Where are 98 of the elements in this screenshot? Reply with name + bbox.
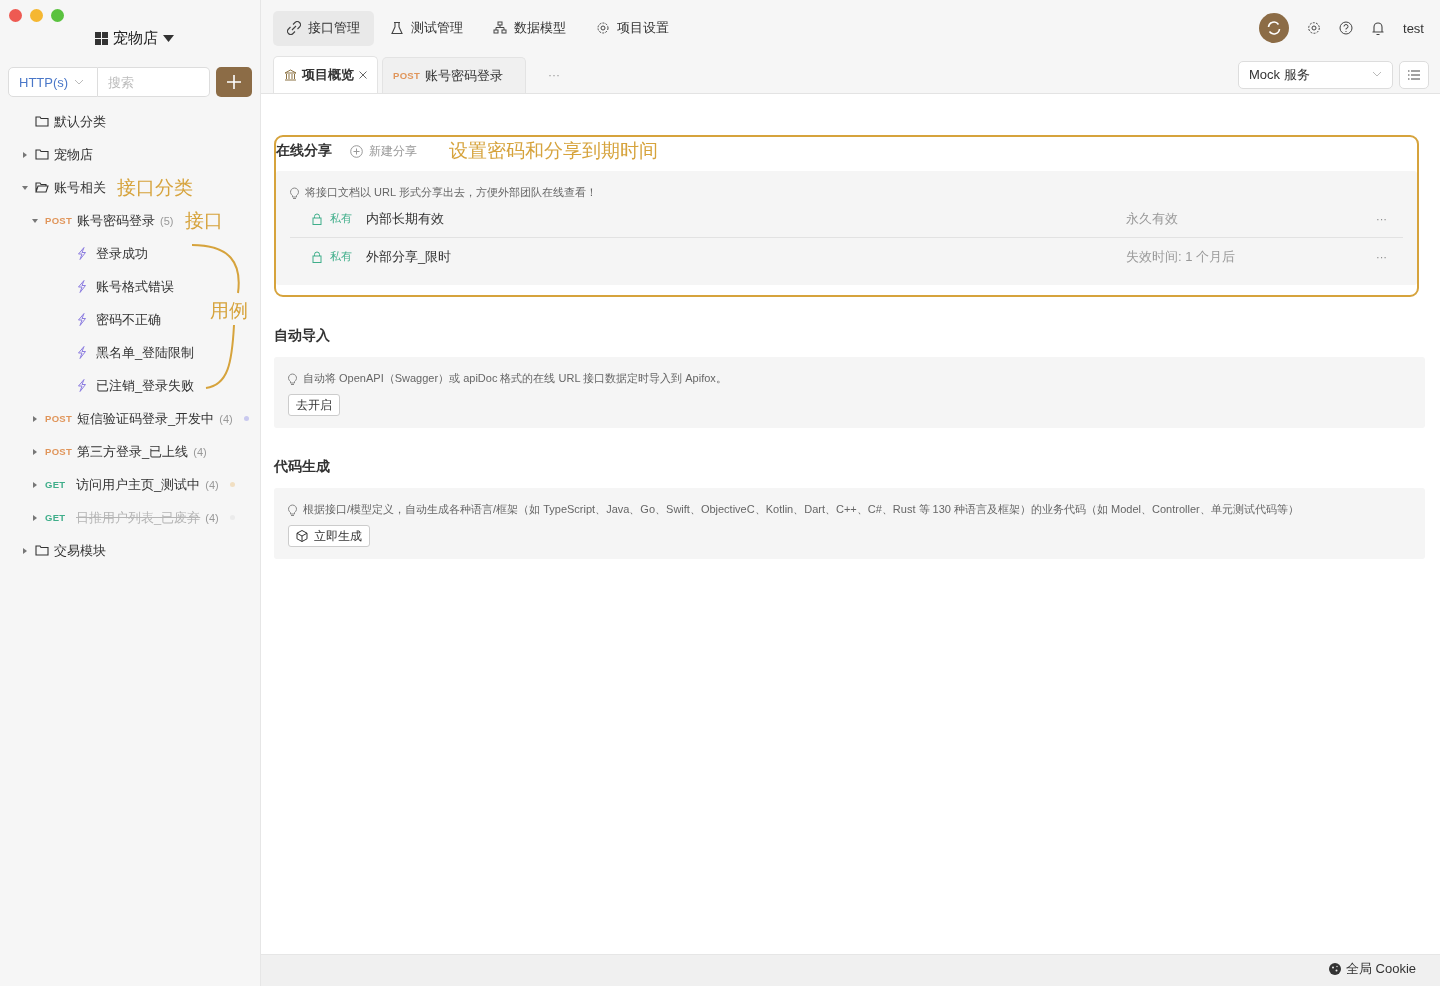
cookie-button[interactable]: 全局 Cookie bbox=[1328, 960, 1416, 978]
settings-icon bbox=[596, 21, 610, 35]
maximize-window-icon[interactable] bbox=[51, 9, 64, 22]
lightning-icon bbox=[77, 280, 87, 293]
hint-text: 自动将 OpenAPI（Swagger）或 apiDoc 格式的在线 URL 接口数据定时导入到 Apifox。 bbox=[303, 371, 727, 386]
caret-icon[interactable] bbox=[32, 514, 38, 521]
chevron-icon bbox=[74, 78, 85, 86]
nav-tab[interactable]: 测试管理 bbox=[376, 10, 477, 46]
folder-name[interactable]: 交易模块 bbox=[54, 541, 106, 560]
caret-icon[interactable] bbox=[22, 151, 28, 158]
folder-name[interactable]: 默认分类 bbox=[54, 112, 106, 131]
hierarchy-icon bbox=[493, 21, 507, 35]
case-count: (4) bbox=[193, 445, 207, 458]
caret-icon[interactable] bbox=[22, 547, 28, 554]
case-name[interactable]: 黑名单_登陆限制 bbox=[96, 343, 195, 362]
caret-icon[interactable] bbox=[32, 481, 38, 488]
enable-button[interactable]: 去开启 bbox=[288, 394, 340, 416]
cube-icon bbox=[296, 530, 308, 542]
case-name[interactable]: 账号格式错误 bbox=[96, 277, 174, 296]
mock-select[interactable]: Mock 服务 bbox=[1238, 60, 1393, 89]
cookie-icon bbox=[1328, 963, 1341, 975]
method-label: POST bbox=[45, 215, 73, 226]
lightning-icon bbox=[77, 247, 87, 260]
lightning-icon bbox=[77, 346, 87, 359]
bulb-icon bbox=[288, 372, 297, 385]
close-icon[interactable] bbox=[359, 71, 367, 79]
link-icon bbox=[287, 21, 301, 35]
hint-text: 将接口文档以 URL 形式分享出去，方便外部团队在线查看！ bbox=[305, 185, 597, 200]
api-name[interactable]: 第三方登录_已上线 bbox=[77, 442, 189, 461]
share-name[interactable]: 外部分享_限时 bbox=[366, 247, 1126, 266]
case-count: (4) bbox=[205, 478, 219, 491]
bulb-icon bbox=[290, 186, 299, 199]
nav-tab[interactable]: 接口管理 bbox=[273, 10, 374, 46]
method-label: GET bbox=[45, 479, 67, 490]
folder-name[interactable]: 账号相关 bbox=[54, 178, 106, 197]
case-name[interactable]: 已注销_登录失败 bbox=[96, 376, 195, 395]
method-label: POST bbox=[45, 413, 73, 424]
folder-icon bbox=[35, 545, 49, 556]
bank-icon bbox=[284, 69, 297, 81]
bell-icon[interactable] bbox=[1371, 20, 1386, 36]
annotation-label: 接口 bbox=[184, 208, 223, 233]
section-title: 自动导入 bbox=[274, 327, 331, 345]
hint-text: 根据接口/模型定义，自动生成各种语言/框架（如 TypeScript、Java、Go、Swift、ObjectiveC、Kotlin、Dart、C++、C#、Rust 等 130 种语言及框架）的业务代码（如 Model、Controller、单元测试代码等） bbox=[303, 502, 1299, 517]
list-icon bbox=[1408, 69, 1420, 80]
folder-name[interactable]: 宠物店 bbox=[54, 145, 93, 164]
lock-icon bbox=[312, 250, 322, 263]
document-tab[interactable]: POST 账号密码登录 bbox=[382, 57, 526, 93]
case-name[interactable]: 登录成功 bbox=[96, 244, 148, 263]
list-button[interactable] bbox=[1399, 60, 1429, 89]
settings-icon[interactable] bbox=[1307, 21, 1322, 35]
method-label: POST bbox=[45, 446, 73, 457]
case-count: (4) bbox=[205, 511, 219, 524]
caret-icon[interactable] bbox=[32, 448, 38, 455]
method-label: GET bbox=[45, 512, 67, 523]
close-window-icon[interactable] bbox=[9, 9, 22, 22]
lock-icon bbox=[312, 212, 322, 225]
api-name[interactable]: 访问用户主页_测试中 bbox=[76, 475, 201, 494]
plus-icon bbox=[226, 74, 242, 90]
user-name[interactable]: test bbox=[1403, 20, 1424, 36]
api-name[interactable]: 账号密码登录 bbox=[77, 211, 156, 230]
case-count: (4) bbox=[219, 412, 233, 425]
document-tab[interactable]: 项目概览 bbox=[273, 56, 378, 93]
generate-button[interactable]: 立即生成 bbox=[288, 525, 370, 547]
sync-button[interactable] bbox=[1259, 13, 1290, 43]
lightning-icon bbox=[77, 379, 87, 392]
share-name[interactable]: 内部长期有效 bbox=[366, 209, 1126, 228]
help-icon[interactable] bbox=[1339, 21, 1354, 35]
annotation-label: 接口分类 bbox=[117, 175, 193, 200]
annotation-label: 用例 bbox=[210, 299, 248, 323]
caret-icon[interactable] bbox=[22, 184, 28, 191]
folder-icon bbox=[35, 182, 49, 193]
folder-icon bbox=[35, 116, 49, 127]
plus-circle-icon bbox=[350, 144, 363, 158]
nav-tab[interactable]: 数据模型 bbox=[479, 10, 580, 46]
section-title: 在线分享 bbox=[276, 142, 332, 160]
expiry-text: 永久有效 bbox=[1126, 209, 1179, 228]
project-switcher[interactable]: 宠物店 bbox=[92, 27, 176, 50]
caret-icon[interactable] bbox=[32, 415, 38, 422]
case-name[interactable]: 密码不正确 bbox=[96, 310, 161, 329]
case-count: (5) bbox=[160, 214, 174, 227]
chevron-icon bbox=[1372, 71, 1382, 78]
grid-icon bbox=[94, 32, 108, 45]
api-name[interactable]: 短信验证码登录_开发中 bbox=[77, 409, 215, 428]
add-button[interactable] bbox=[216, 67, 252, 97]
visibility-label: 私有 bbox=[330, 211, 353, 226]
bulb-icon bbox=[288, 503, 297, 516]
nav-tab[interactable]: 项目设置 bbox=[582, 10, 683, 46]
flask-icon bbox=[390, 21, 404, 35]
folder-icon bbox=[35, 149, 49, 160]
search-field[interactable]: 搜索 bbox=[98, 67, 210, 97]
protocol-select[interactable]: HTTP(s) bbox=[8, 67, 98, 97]
caret-icon[interactable] bbox=[32, 217, 38, 224]
lightning-icon bbox=[77, 313, 87, 326]
expiry-text: 失效时间: 1 个月后 bbox=[1126, 247, 1237, 266]
annotation-label: 设置密码和分享到期时间 bbox=[449, 139, 658, 163]
caret-icon bbox=[162, 34, 174, 43]
visibility-label: 私有 bbox=[330, 249, 353, 264]
section-title: 代码生成 bbox=[274, 458, 331, 476]
